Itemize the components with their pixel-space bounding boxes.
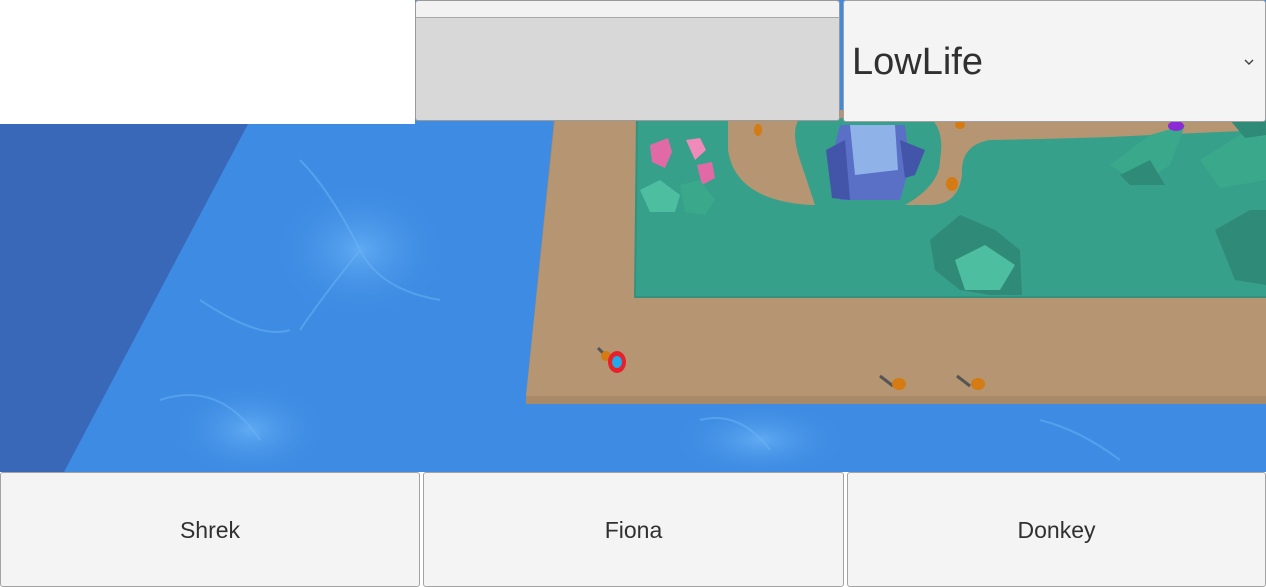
character-button-label: Shrek <box>179 517 241 543</box>
character-button-shrek[interactable]: Shrek <box>0 472 420 587</box>
chevron-down-icon <box>1244 59 1254 65</box>
dropdown-selected-value: LowLife <box>852 41 983 83</box>
mode-dropdown[interactable]: LowLife <box>843 0 1266 122</box>
player-marker <box>608 351 626 373</box>
character-button-label: Fiona <box>604 517 663 543</box>
top-left-panel <box>0 0 415 124</box>
character-button-donkey[interactable]: Donkey <box>847 472 1266 587</box>
character-button-label: Donkey <box>1017 517 1096 543</box>
progress-bar <box>416 1 839 18</box>
character-select-bar: Shrek Fiona Donkey <box>0 472 1266 587</box>
status-panel <box>415 0 840 121</box>
purple-unit <box>1168 121 1184 131</box>
game-screen: LowLife Shrek Fiona Donkey <box>0 0 1266 587</box>
character-button-fiona[interactable]: Fiona <box>423 472 844 587</box>
